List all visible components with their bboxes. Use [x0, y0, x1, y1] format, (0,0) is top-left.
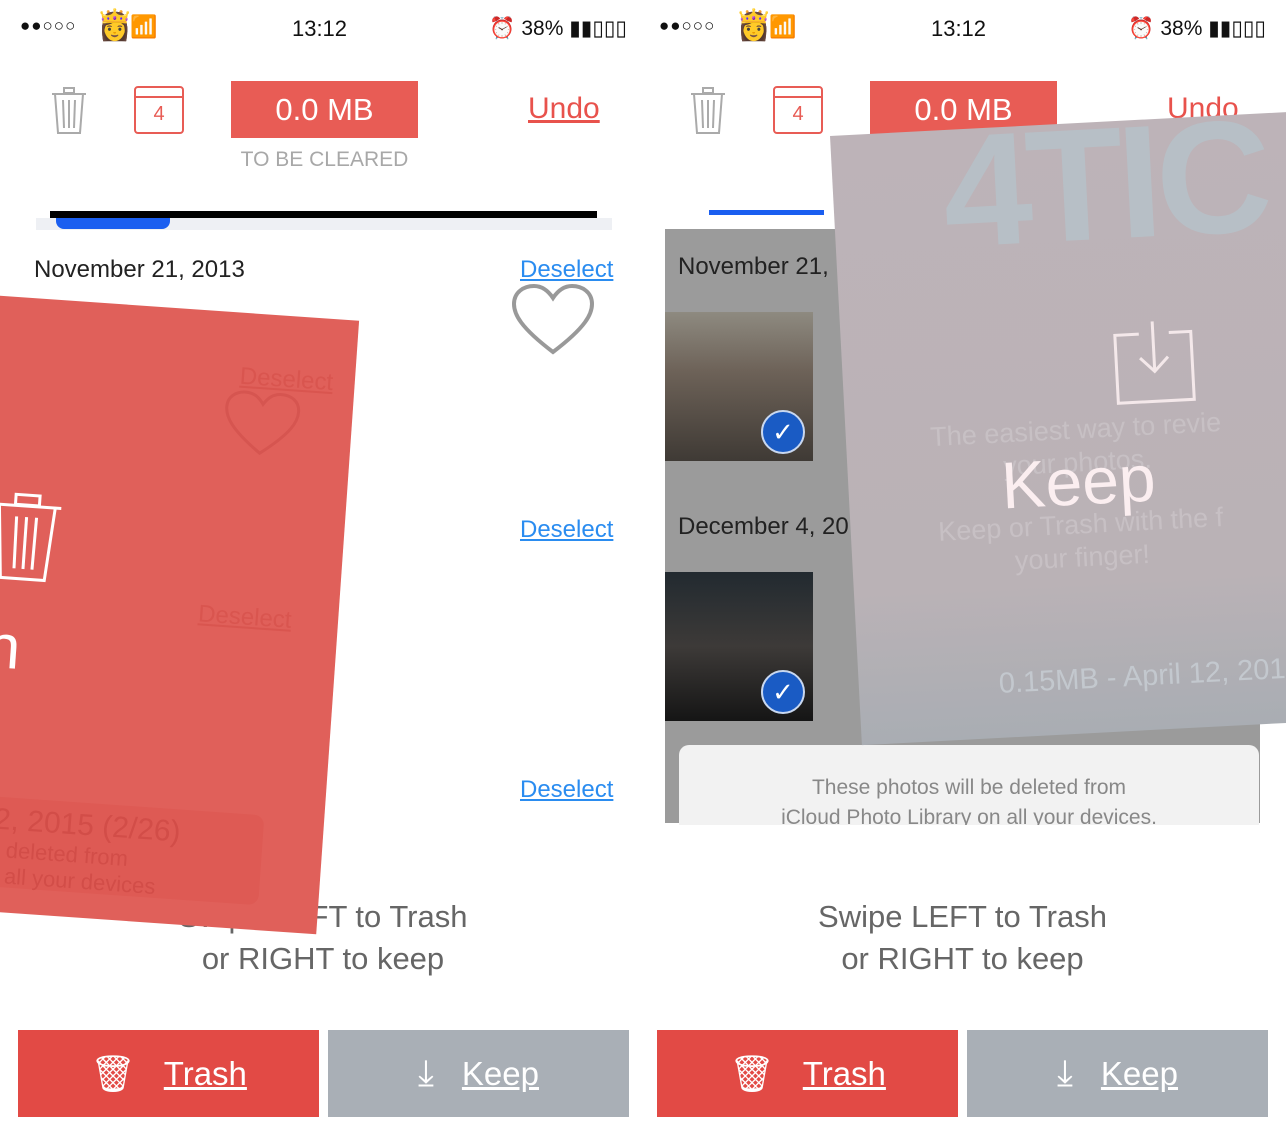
- heart-icon: [225, 390, 301, 456]
- trash-icon: [0, 492, 62, 583]
- battery-status: ⏰ 38% ▮▮▯▯▯: [489, 17, 627, 40]
- card-label: ash: [0, 607, 23, 683]
- undo-button[interactable]: Undo: [528, 92, 600, 126]
- photo-thumbnail[interactable]: ✓: [665, 312, 813, 461]
- card-footer: 0.15MB - April 12, 2015: [998, 652, 1286, 700]
- progress-fill: [709, 210, 824, 215]
- trash-icon: 🗑: [729, 1052, 775, 1094]
- keep-button[interactable]: ⤓ Keep: [967, 1030, 1268, 1117]
- progress-fill: [56, 218, 170, 229]
- date-header: November 21,: [678, 253, 829, 280]
- deselect-button[interactable]: Deselect: [520, 776, 613, 804]
- size-badge: 0.0 MB: [231, 81, 418, 138]
- deselect-button[interactable]: Deselect: [520, 516, 613, 544]
- keep-label: Keep: [461, 1054, 539, 1092]
- keep-button[interactable]: ⤓ Keep: [328, 1030, 629, 1117]
- alert-text: These photos will be deleted from: [811, 776, 1126, 799]
- checkmark-icon: ✓: [761, 410, 805, 454]
- date-header: December 4, 20: [678, 513, 849, 540]
- download-icon: ⤓: [1057, 1052, 1073, 1093]
- keep-label: Keep: [1100, 1054, 1178, 1092]
- battery-percent: 38%: [1160, 17, 1203, 40]
- swipe-instructions: Swipe LEFT to Trash or RIGHT to keep: [639, 896, 1286, 980]
- delete-alert: These photos will be deleted from iCloud…: [679, 745, 1259, 825]
- download-icon: ⤓: [418, 1052, 434, 1093]
- deselect-button[interactable]: Deselect: [520, 256, 613, 284]
- calendar-day: 4: [792, 103, 804, 125]
- calendar-icon: [775, 88, 821, 98]
- battery-status: ⏰ 38% ▮▮▯▯▯: [1128, 17, 1266, 40]
- trash-button[interactable]: 🗑 Trash: [18, 1030, 319, 1117]
- calendar-button[interactable]: 4: [773, 86, 823, 134]
- ghost-alert: 12, 2015 (2/26) be deleted from on all y…: [0, 794, 265, 906]
- checkmark-icon: ✓: [761, 670, 805, 714]
- trash-button[interactable]: 🗑 Trash: [657, 1030, 958, 1117]
- divider-bar: [50, 211, 597, 218]
- calendar-button[interactable]: 4: [134, 86, 184, 134]
- app-logo: 4TIC: [938, 111, 1271, 282]
- calendar-day: 4: [153, 103, 165, 125]
- date-header: November 21, 2013: [34, 256, 245, 283]
- trash-label: Trash: [163, 1054, 247, 1092]
- trash-swipe-card[interactable]: Deselect Deselect ash 12, 2015 (2/26) be…: [0, 295, 360, 935]
- download-icon: [1113, 321, 1196, 405]
- calendar-icon: [136, 88, 182, 98]
- trash-label: Trash: [802, 1054, 886, 1092]
- instruction-line: or RIGHT to keep: [841, 941, 1084, 976]
- instruction-line: or RIGHT to keep: [201, 941, 445, 976]
- right-screen: ●●○○○ 👸 📶 13:12 ⏰ 38% ▮▮▯▯▯ 4 0.0 MB Und…: [639, 0, 1286, 1136]
- trash-icon[interactable]: [50, 86, 88, 136]
- battery-percent: 38%: [521, 17, 564, 40]
- ghost-deselect: Deselect: [197, 600, 293, 634]
- alert-text: iCloud Photo Library on all your devices…: [781, 806, 1157, 825]
- keep-swipe-card[interactable]: 4TIC The easiest way to revie your photos…: [830, 111, 1286, 746]
- trash-icon: 🗑: [90, 1052, 136, 1094]
- instruction-line: Swipe LEFT to Trash: [818, 899, 1107, 934]
- photo-thumbnail[interactable]: ✓: [665, 572, 813, 721]
- heart-icon[interactable]: [510, 282, 596, 358]
- left-screen: ●●○○○ 👸 📶 13:12 ⏰ 38% ▮▮▯▯▯ 4 0.0 MB TO …: [0, 0, 639, 1136]
- size-caption: TO BE CLEARED: [240, 148, 409, 171]
- trash-icon[interactable]: [689, 86, 727, 136]
